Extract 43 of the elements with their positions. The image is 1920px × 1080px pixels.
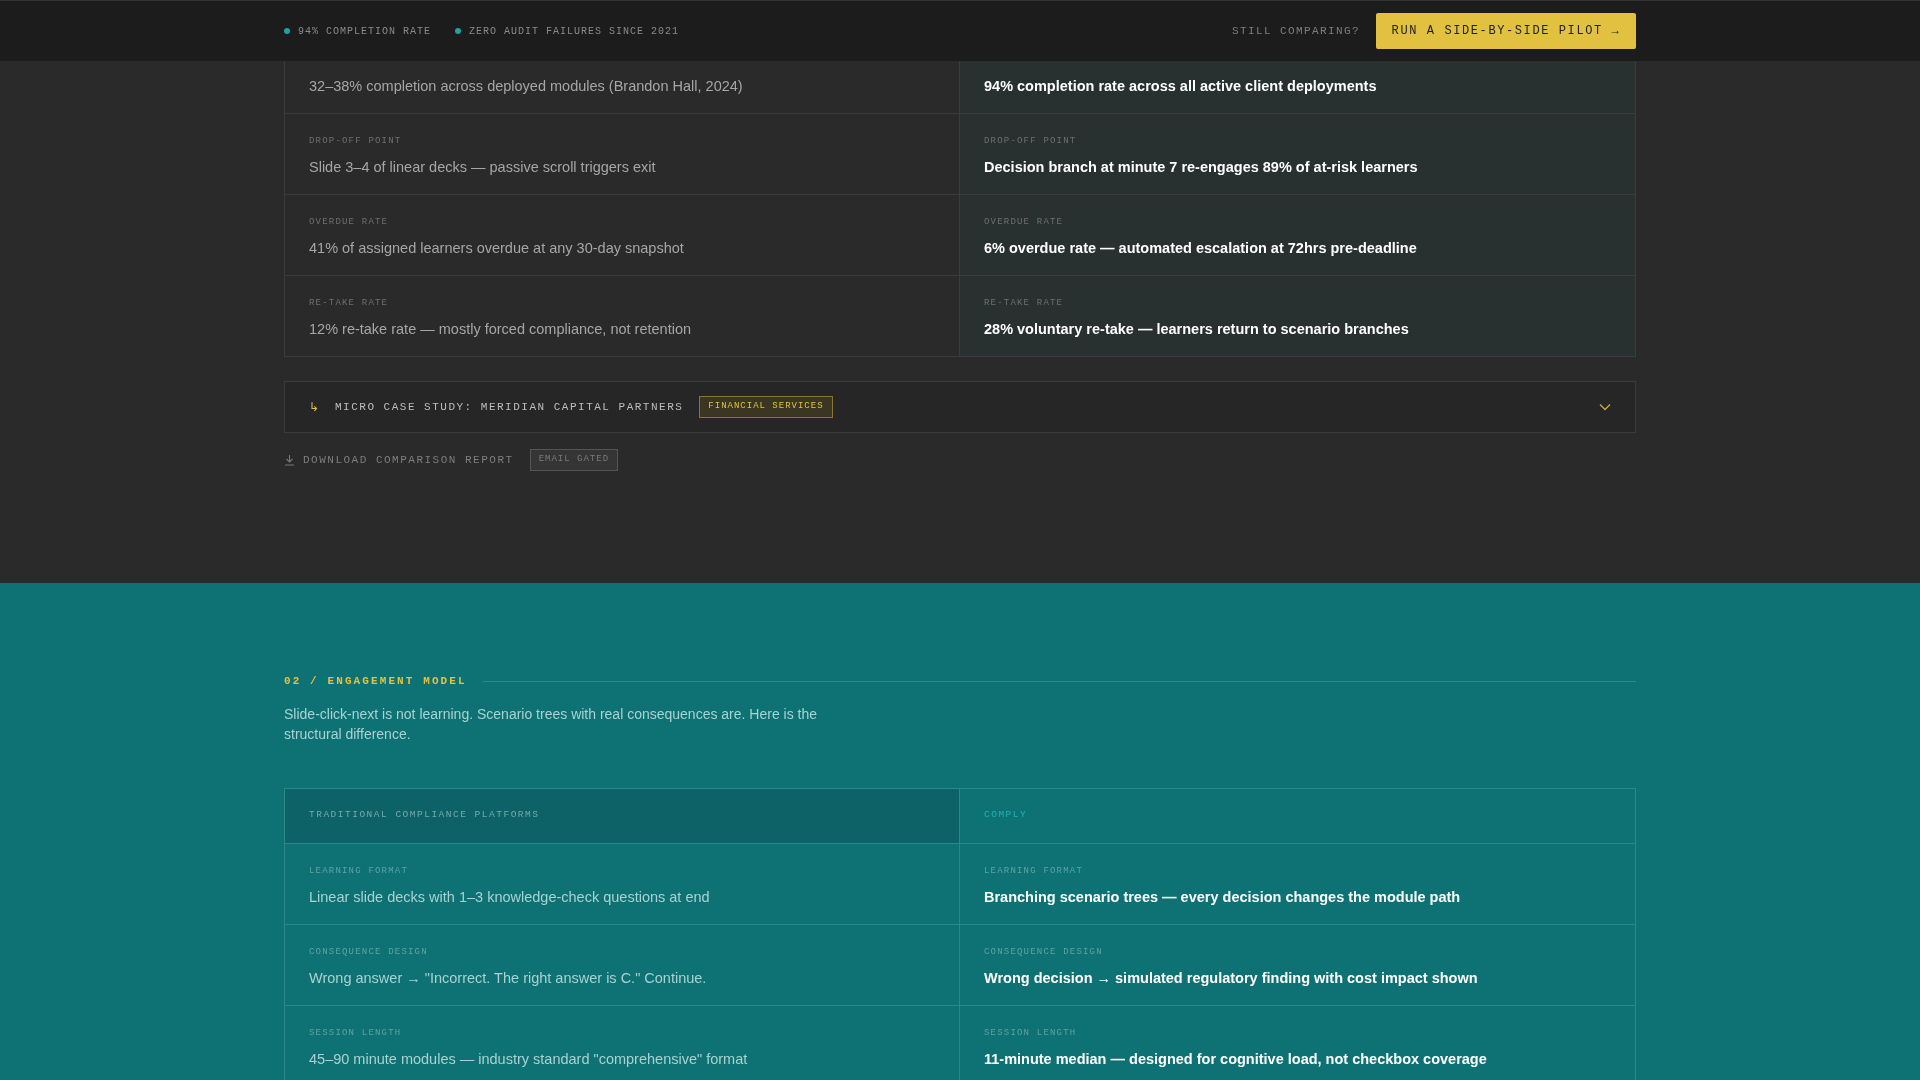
- metric-value: 32–38% completion across deployed modules (Brandon Hall, 2024): [309, 77, 744, 96]
- metric-value: Branching scenario trees — every decision changes the module path: [984, 887, 1462, 907]
- metric-label: LEARNING FORMAT: [309, 864, 409, 877]
- metric-value: Linear slide decks with 1–3 knowledge-check questions at end: [309, 887, 711, 907]
- metric-value: 12% re-take rate — mostly forced compliance, not retention: [309, 320, 692, 339]
- stat-text: ZERO AUDIT FAILURES SINCE 2021: [469, 24, 680, 39]
- metric-value: 41% of assigned learners overdue at any 30-day snapshot: [309, 239, 685, 258]
- metric-value: Wrong decision → simulated regulatory finding with cost impact shown: [984, 968, 1479, 988]
- metric-value: 28% voluntary re-take — learners return to scenario branches: [984, 320, 1410, 339]
- pilot-button[interactable]: RUN A SIDE-BY-SIDE PILOT →: [1376, 13, 1636, 49]
- metric-label: DROP-OFF POINT: [984, 135, 1078, 147]
- metric-label: DROP-OFF POINT: [309, 135, 403, 147]
- arrow-text: ↳: [309, 399, 319, 416]
- metric-value: 6% overdue rate — automated escalation at 72hrs pre-deadline: [984, 239, 1418, 258]
- metric-label: RE-TAKE RATE: [984, 297, 1065, 309]
- status-dot-icon: [284, 28, 290, 34]
- prompt-text: STILL COMPARING?: [1231, 23, 1360, 39]
- metric-label: CONSEQUENCE DESIGN: [984, 945, 1104, 958]
- metric-value: Wrong answer → "Incorrect. The right answer is C." Continue.: [309, 968, 708, 988]
- column-header: TRADITIONAL COMPLIANCE PLATFORMS: [285, 788, 960, 844]
- metric-value: Slide 3–4 of linear decks — passive scroll triggers exit: [309, 158, 657, 177]
- metric-label: OVERDUE RATE: [984, 216, 1065, 228]
- stat-text: 94% COMPLETION RATE: [298, 24, 432, 39]
- metric-label: SESSION LENGTH: [984, 1026, 1078, 1039]
- download-icon: [284, 453, 295, 466]
- industry-tag: FINANCIAL SERVICES: [699, 396, 833, 418]
- metric-value: 11-minute median — designed for cognitive load, not checkbox coverage: [984, 1049, 1488, 1069]
- metric-label: OVERDUE RATE: [309, 216, 390, 228]
- column-header: COMPLY: [960, 788, 1635, 844]
- status-dot-icon: [455, 28, 462, 34]
- metric-value: 45–90 minute modules — industry standard "comprehensive" format: [309, 1049, 749, 1069]
- metric-value: Decision branch at minute 7 re-engages 89% of at-risk learners: [984, 158, 1419, 177]
- case-study-title: MICRO CASE STUDY: MERIDIAN CAPITAL PARTNERS: [335, 399, 684, 415]
- metric-label: LEARNING FORMAT: [984, 864, 1084, 877]
- section-heading: 02 / ENGAGEMENT MODEL: [284, 674, 467, 689]
- metric-label: RE-TAKE RATE: [309, 297, 390, 309]
- case-study-accordion[interactable]: ↳ MICRO CASE STUDY: MERIDIAN CAPITAL PARTNERS FINANCIAL SERVICES: [284, 381, 1636, 433]
- metric-label: SESSION LENGTH: [309, 1026, 403, 1039]
- gated-tag: EMAIL GATED: [529, 449, 619, 471]
- metric-value: 94% completion rate across all active client deployments: [984, 77, 1378, 96]
- download-link[interactable]: DOWNLOAD COMPARISON REPORT: [303, 451, 514, 468]
- metric-label: CONSEQUENCE DESIGN: [309, 945, 429, 958]
- section-description: Slide-click-next is not learning. Scenario trees with real consequences are. Here is the structural difference.: [284, 704, 819, 744]
